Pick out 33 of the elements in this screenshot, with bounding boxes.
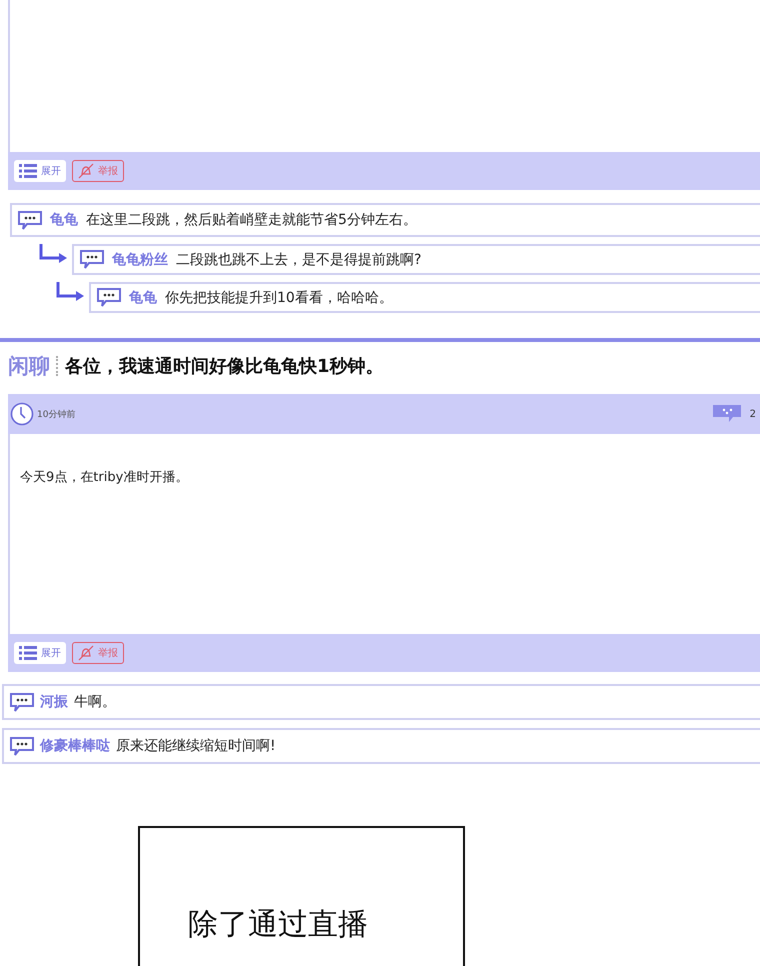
comment-text: 二段跳也跳不上去，是不是得提前跳啊? bbox=[176, 250, 422, 268]
reply-arrow-icon bbox=[38, 244, 68, 266]
comment-count-icon bbox=[712, 405, 741, 423]
comment-icon bbox=[18, 210, 42, 230]
reply-arrow-icon bbox=[55, 282, 85, 304]
post-time: 10分钟前 bbox=[37, 408, 76, 420]
comment-count: 2 bbox=[750, 408, 756, 420]
report-button[interactable]: 举报 bbox=[72, 642, 124, 664]
comment-author[interactable]: 龟龟粉丝 bbox=[112, 250, 168, 268]
comment-icon bbox=[97, 288, 121, 307]
list-icon bbox=[19, 646, 37, 660]
comment-author[interactable]: 修豪棒棒哒 bbox=[40, 737, 110, 755]
comment-author[interactable]: 龟龟 bbox=[50, 211, 78, 229]
list-icon bbox=[19, 164, 37, 178]
comment-text: 原来还能继续缩短时间啊! bbox=[116, 737, 276, 755]
comment-author[interactable]: 龟龟 bbox=[129, 288, 157, 306]
expand-button[interactable]: 展开 bbox=[14, 642, 66, 664]
muted-bell-icon bbox=[78, 163, 94, 179]
comment-text: 牛啊。 bbox=[74, 693, 116, 711]
comment-text: 你先把技能提升到10看看，哈哈哈。 bbox=[165, 288, 393, 306]
post-text: 今天9点，在triby准时开播。 bbox=[20, 469, 190, 486]
comment-author[interactable]: 河振 bbox=[40, 693, 68, 711]
comment-icon bbox=[10, 692, 34, 712]
comment-icon bbox=[80, 250, 104, 269]
comment-text: 在这里二段跳，然后贴着峭壁走就能节省5分钟左右。 bbox=[86, 211, 417, 229]
clock-icon bbox=[10, 402, 34, 426]
caption-text: 除了通过直播 bbox=[188, 906, 369, 944]
comment-icon bbox=[10, 736, 34, 756]
muted-bell-icon bbox=[78, 645, 94, 661]
post-title: 各位，我速通时间好像比龟龟快1秒钟。 bbox=[65, 355, 384, 378]
expand-button[interactable]: 展开 bbox=[14, 160, 66, 182]
category-label: 闲聊 bbox=[8, 353, 50, 380]
report-button[interactable]: 举报 bbox=[72, 160, 124, 182]
